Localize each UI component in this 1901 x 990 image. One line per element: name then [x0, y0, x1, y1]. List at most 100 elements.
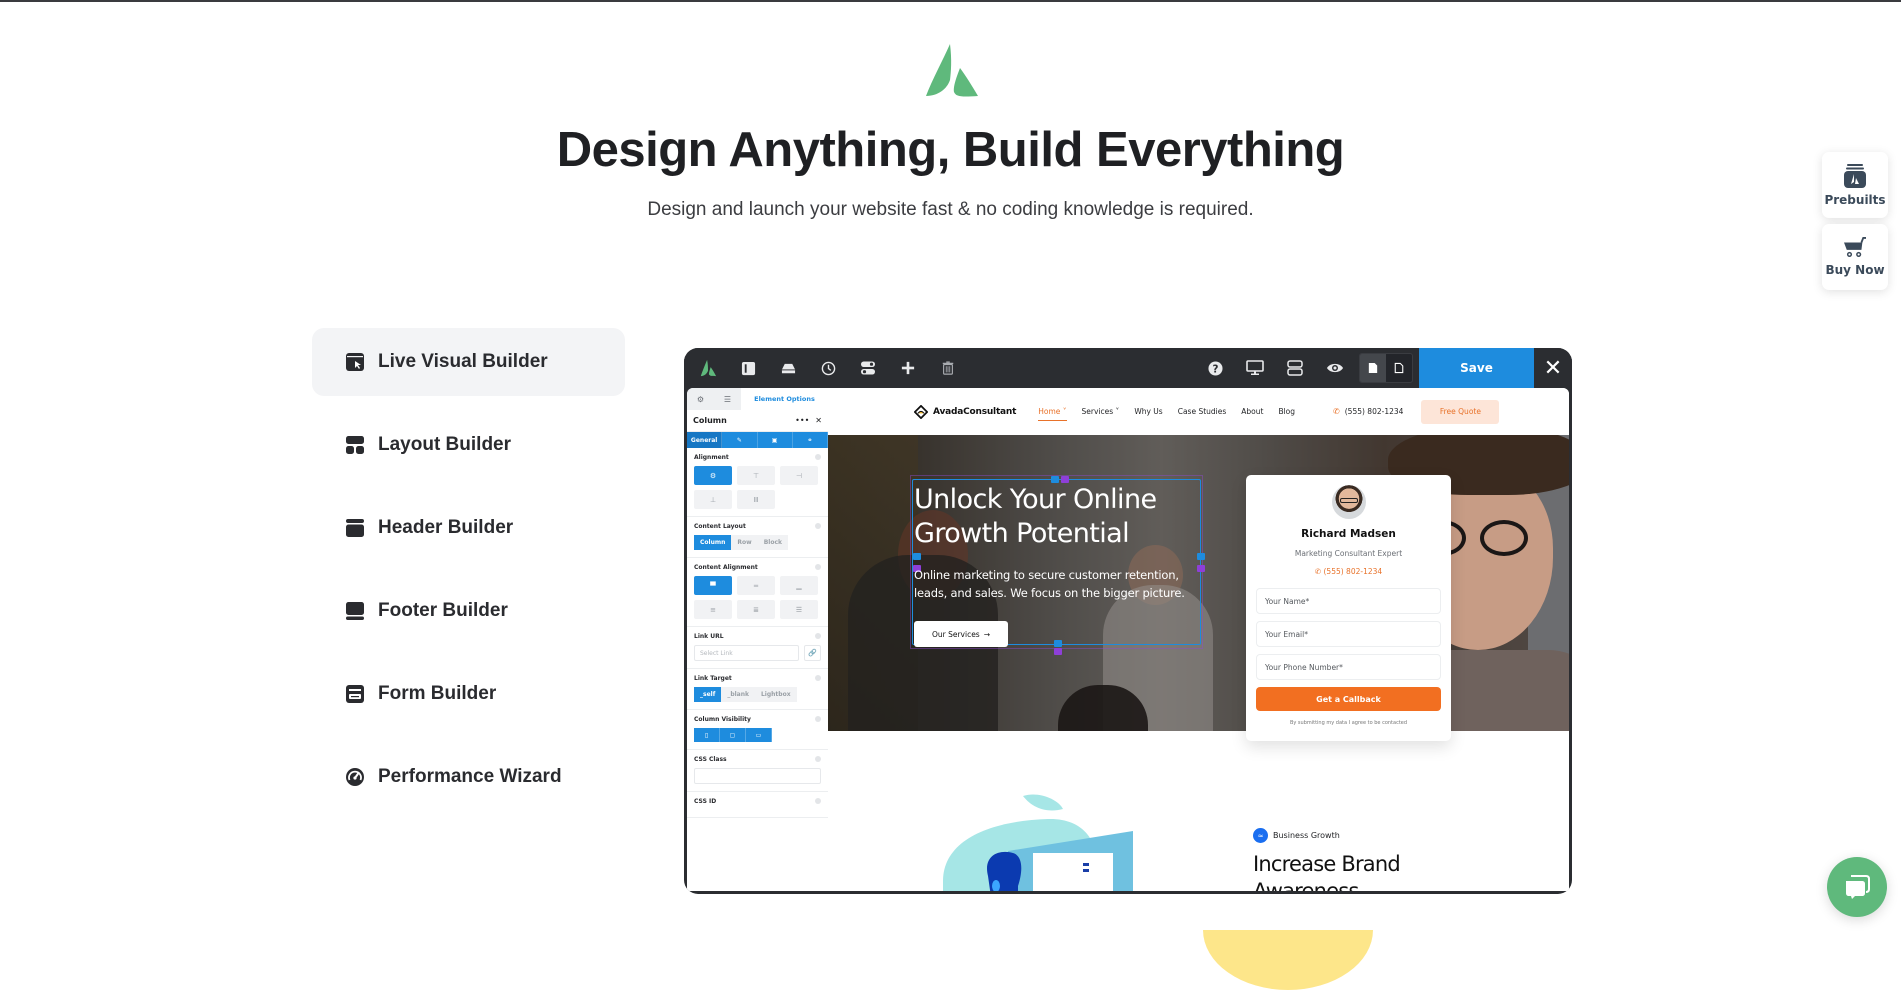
free-quote-button[interactable]: Free Quote	[1421, 399, 1500, 424]
panel-title: Column	[693, 416, 727, 425]
buy-now-button[interactable]: Buy Now	[1822, 224, 1888, 290]
resize-handle[interactable]	[1054, 640, 1062, 647]
content-align-top-button[interactable]: ▀	[694, 576, 732, 595]
help-icon[interactable]	[815, 454, 821, 460]
save-button[interactable]: Save	[1419, 348, 1534, 388]
sidebar-toggle-icon[interactable]	[728, 348, 768, 388]
phone-field[interactable]: Your Phone Number*	[1256, 654, 1441, 680]
menu-item-why-us[interactable]: Why Us	[1134, 407, 1162, 416]
align-auto-button[interactable]: ⚙	[694, 466, 732, 485]
add-icon[interactable]	[888, 348, 928, 388]
target-option-self[interactable]: _self	[694, 687, 722, 702]
target-option-blank[interactable]: _blank	[721, 687, 755, 702]
feature-form-builder[interactable]: Form Builder	[312, 660, 625, 728]
content-align-bottom-button[interactable]: ▁	[780, 576, 818, 595]
layout-option-column[interactable]: Column	[694, 535, 732, 550]
trash-icon[interactable]	[928, 348, 968, 388]
subtab-design-brush-icon[interactable]: ✎	[722, 432, 758, 448]
drag-handle[interactable]	[1061, 476, 1069, 483]
builder-window: ? Save ✕ ⚙ ☰ Element Options Column ••• …	[684, 348, 1572, 894]
content-space-evenly-button[interactable]: ☰	[780, 600, 818, 619]
visibility-desktop-icon[interactable]: ▭	[746, 728, 772, 742]
site-menu: Home ˅ Services ˅ Why Us Case Studies Ab…	[1038, 407, 1310, 421]
visibility-mobile-icon[interactable]: ▯	[694, 728, 720, 742]
feature-performance-wizard[interactable]: Performance Wizard	[312, 743, 625, 811]
our-services-button[interactable]: Our Services →	[914, 621, 1008, 647]
menu-item-home[interactable]: Home ˅	[1038, 407, 1067, 421]
menu-item-case-studies[interactable]: Case Studies	[1178, 407, 1227, 416]
feature-label: Footer Builder	[378, 600, 508, 621]
align-stretch-button[interactable]: Ⅲ	[737, 490, 775, 509]
layout-option-row[interactable]: Row	[731, 535, 758, 550]
link-url-input[interactable]: Select Link	[694, 645, 799, 661]
builder-toolbar: ? Save ✕	[684, 348, 1572, 388]
css-class-section: CSS Class	[687, 750, 828, 792]
css-class-input[interactable]	[694, 768, 821, 784]
feature-layout-builder[interactable]: Layout Builder	[312, 411, 625, 479]
subtab-general[interactable]: General	[687, 432, 723, 448]
feature-live-visual-builder[interactable]: Live Visual Builder	[312, 328, 625, 396]
column-visibility-label: Column Visibility	[694, 716, 751, 723]
layout-option-block[interactable]: Block	[757, 535, 788, 550]
menu-item-about[interactable]: About	[1241, 407, 1263, 416]
align-center-button[interactable]: ⊣	[780, 466, 818, 485]
align-bottom-button[interactable]: ⊥	[694, 490, 732, 509]
content-space-between-button[interactable]: ≡	[694, 600, 732, 619]
feature-header-builder[interactable]: Header Builder	[312, 494, 625, 562]
page-outline-icon[interactable]	[1386, 354, 1412, 382]
library-icon[interactable]	[768, 348, 808, 388]
section-tag: ≈ Business Growth	[1253, 828, 1340, 843]
close-builder-button[interactable]: ✕	[1534, 348, 1572, 388]
history-icon[interactable]	[808, 348, 848, 388]
menu-item-services[interactable]: Services ˅	[1082, 407, 1120, 416]
align-top-button[interactable]: ⊤	[737, 466, 775, 485]
sliders-icon[interactable]: ☰	[714, 388, 741, 410]
help-icon[interactable]: ?	[1195, 348, 1235, 388]
help-icon[interactable]	[815, 756, 821, 762]
toggles-icon[interactable]	[848, 348, 888, 388]
chat-button[interactable]	[1827, 857, 1887, 917]
css-id-label: CSS ID	[694, 798, 717, 805]
menu-item-blog[interactable]: Blog	[1278, 407, 1295, 416]
resize-handle[interactable]	[1197, 553, 1205, 560]
content-align-center-button[interactable]: ═	[737, 576, 775, 595]
subtab-background-icon[interactable]: ▣	[758, 432, 793, 448]
avada-logo-icon[interactable]	[688, 348, 728, 388]
settings-gear-icon[interactable]: ⚙	[687, 388, 714, 410]
svg-text:?: ?	[1212, 363, 1218, 375]
email-field[interactable]: Your Email*	[1256, 621, 1441, 647]
close-panel-icon[interactable]: ✕	[815, 416, 822, 425]
name-field[interactable]: Your Name*	[1256, 588, 1441, 614]
page-mode-switch[interactable]	[1359, 353, 1413, 383]
help-icon[interactable]	[815, 716, 821, 722]
tab-element-options[interactable]: Element Options	[741, 388, 828, 410]
panel-header: Column ••• ✕	[687, 410, 828, 432]
layout-rows-icon[interactable]	[1275, 348, 1315, 388]
content-space-around-button[interactable]: ≣	[737, 600, 775, 619]
column-visibility-section: Column Visibility ▯ ▢ ▭	[687, 710, 828, 750]
link-chain-icon[interactable]: 🔗	[804, 645, 821, 661]
hero-title: Unlock Your Online Growth Potential	[914, 484, 1157, 549]
target-option-lightbox[interactable]: Lightbox	[754, 687, 797, 702]
resize-handle[interactable]	[913, 553, 921, 560]
page-filled-icon[interactable]	[1360, 354, 1386, 382]
desktop-icon[interactable]	[1235, 348, 1275, 388]
help-icon[interactable]	[815, 564, 821, 570]
more-options-icon[interactable]: •••	[795, 416, 809, 425]
help-icon[interactable]	[815, 633, 821, 639]
help-icon[interactable]	[815, 523, 821, 529]
subtab-extras-icon[interactable]: ⚭	[793, 432, 828, 448]
resize-handle[interactable]	[1054, 648, 1062, 655]
preview-eye-icon[interactable]	[1315, 348, 1355, 388]
feature-footer-builder[interactable]: Footer Builder	[312, 577, 625, 645]
help-icon[interactable]	[815, 675, 821, 681]
header-phone[interactable]: ✆ (555) 802-1234	[1333, 407, 1403, 416]
help-icon[interactable]	[815, 798, 821, 804]
visibility-tablet-icon[interactable]: ▢	[720, 728, 746, 742]
site-brand[interactable]: AvadaConsultant	[914, 404, 1016, 419]
consultant-phone[interactable]: ✆ (555) 802-1234	[1246, 567, 1451, 576]
get-callback-button[interactable]: Get a Callback	[1256, 687, 1441, 711]
drag-handle[interactable]	[1051, 476, 1059, 483]
prebuilts-button[interactable]: Prebuilts	[1822, 152, 1888, 218]
feature-label: Layout Builder	[378, 434, 512, 455]
